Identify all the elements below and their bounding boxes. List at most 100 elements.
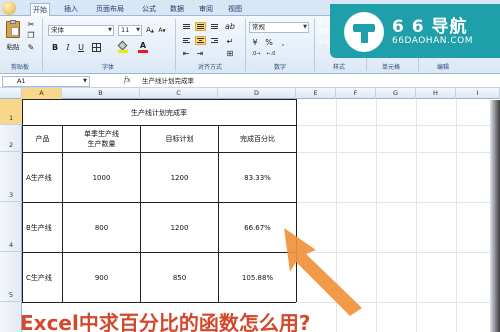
percent-cell[interactable]: 83.33% [219,153,296,202]
product-cell[interactable]: A生产线 [23,153,62,202]
decrease-decimal-icon[interactable]: ←.0 [265,49,277,59]
copy-icon[interactable]: ❐ [26,31,36,40]
format-painter-icon[interactable]: ✎ [26,43,36,52]
tab-page-layout[interactable]: 页面布局 [94,3,126,16]
product-cell[interactable]: C生产线 [23,253,62,302]
align-bottom-icon[interactable] [209,22,220,31]
font-size-select[interactable]: 11 ▼ [118,25,142,36]
select-all-corner[interactable] [0,88,22,99]
chevron-down-icon: ▼ [303,24,307,30]
tab-data[interactable]: 数据 [168,3,186,16]
tab-review[interactable]: 审阅 [197,3,215,16]
header-cell[interactable]: 单季生产线 生产数量 [63,126,140,152]
shrink-font-icon[interactable]: A ▼ [157,25,167,35]
chevron-down-icon: ▼ [136,27,140,33]
annotation-arrow-icon [284,228,362,316]
window-edge [490,100,500,332]
header-cell[interactable]: 完成百分比 [219,126,296,152]
tab-home[interactable]: 开始 [30,3,50,16]
editing-group-label: 编辑 [436,64,449,71]
column-header[interactable]: G [376,88,416,99]
currency-icon[interactable]: ¥ [250,37,260,47]
styles-item: 套用 [318,29,331,36]
number-group-label: 数字 [273,64,286,71]
logo-icon: ❝ [344,12,384,52]
table-title-cell[interactable]: 生产线计划完成率 [22,100,296,125]
comma-style-icon[interactable]: , [278,37,288,47]
row-header[interactable]: 4 [0,202,22,252]
site-watermark: 条件 套用 单元 ❝ 6 6 导航 66DAOHAN.COM [318,4,500,58]
font-color-icon[interactable]: A [138,41,148,53]
chevron-down-icon: ▼ [83,78,87,84]
column-header[interactable]: A [22,88,62,99]
number-format-select[interactable]: 常规 ▼ [249,22,309,33]
column-header[interactable]: H [416,88,456,99]
styles-item: 条件 [318,19,331,26]
tab-formulas[interactable]: 公式 [140,3,158,16]
orientation-icon[interactable]: ab [225,21,235,31]
bold-button[interactable]: B [50,42,60,52]
header-cell[interactable]: 产品 [23,126,62,152]
clipboard-icon [6,20,20,38]
tab-view[interactable]: 视图 [226,3,244,16]
font-size-value: 11 [121,26,130,34]
borders-icon[interactable] [92,43,101,52]
article-caption: Excel中求百分比的函数怎么用? [20,311,311,332]
column-headers: A B C D E F G H I [0,88,500,99]
name-box[interactable]: A1 ▼ [2,76,90,87]
tab-insert[interactable]: 插入 [62,3,80,16]
merge-center-icon[interactable]: ⊞ [225,48,235,58]
column-header[interactable]: D [218,88,296,99]
row-header[interactable]: 1 [0,99,22,125]
underline-button[interactable]: U [76,42,86,52]
qty-cell[interactable]: 900 [63,253,140,302]
column-header[interactable]: F [336,88,376,99]
increase-indent-icon[interactable]: ⇥ [195,48,205,58]
align-center-icon[interactable] [195,36,206,45]
logo-brand: 6 6 导航 [392,17,468,37]
align-middle-icon[interactable] [195,22,206,31]
fill-color-icon[interactable] [117,40,128,53]
qty-cell[interactable]: 800 [63,203,140,252]
row-header[interactable]: 2 [0,125,22,152]
formula-bar: A1 ▼ fx 生产线计划完成率 [0,75,500,88]
product-cell[interactable]: B生产线 [23,203,62,252]
formula-input[interactable]: 生产线计划完成率 [136,76,500,87]
target-cell[interactable]: 1200 [141,203,218,252]
qty-cell[interactable]: 1000 [63,153,140,202]
percent-icon[interactable]: % [264,37,274,47]
styles-item: 单元 [318,39,331,46]
column-header[interactable]: C [140,88,218,99]
header-cell[interactable]: 目标计划 [141,126,218,152]
font-name-select[interactable]: 宋体 ▼ [48,25,114,36]
number-format-value: 常规 [252,23,265,31]
chevron-down-icon: ▼ [108,27,112,33]
row-header[interactable]: 3 [0,152,22,202]
cells-group-label: 单元格 [381,64,400,71]
fx-icon[interactable]: fx [124,76,131,84]
wrap-text-icon[interactable]: ↵ [225,36,235,46]
styles-items-peek: 条件 套用 单元 [318,18,346,48]
clipboard-group-label: 剪贴板 [10,64,29,71]
logo-url: 66DAOHAN.COM [392,36,473,46]
column-header[interactable]: E [296,88,336,99]
font-name-value: 宋体 [51,26,64,34]
increase-decimal-icon[interactable]: .0→ [250,49,262,59]
italic-button[interactable]: I [63,42,73,52]
align-top-icon[interactable] [181,22,192,31]
row-headers: 1 2 3 4 5 [0,99,22,332]
column-header[interactable]: B [62,88,140,99]
grow-font-icon[interactable]: A ▲ [145,25,155,35]
cut-icon[interactable]: ✂ [26,20,36,29]
target-cell[interactable]: 1200 [141,153,218,202]
row-header[interactable]: 5 [0,252,22,302]
align-right-icon[interactable] [209,36,220,45]
alignment-group-label: 对齐方式 [197,64,222,71]
office-button[interactable] [2,1,16,15]
paste-button[interactable]: 粘贴 [3,19,23,55]
decrease-indent-icon[interactable]: ⇤ [181,48,191,58]
target-cell[interactable]: 850 [141,253,218,302]
column-header[interactable]: I [456,88,500,99]
align-left-icon[interactable] [181,36,192,45]
paste-label: 粘贴 [6,43,20,51]
